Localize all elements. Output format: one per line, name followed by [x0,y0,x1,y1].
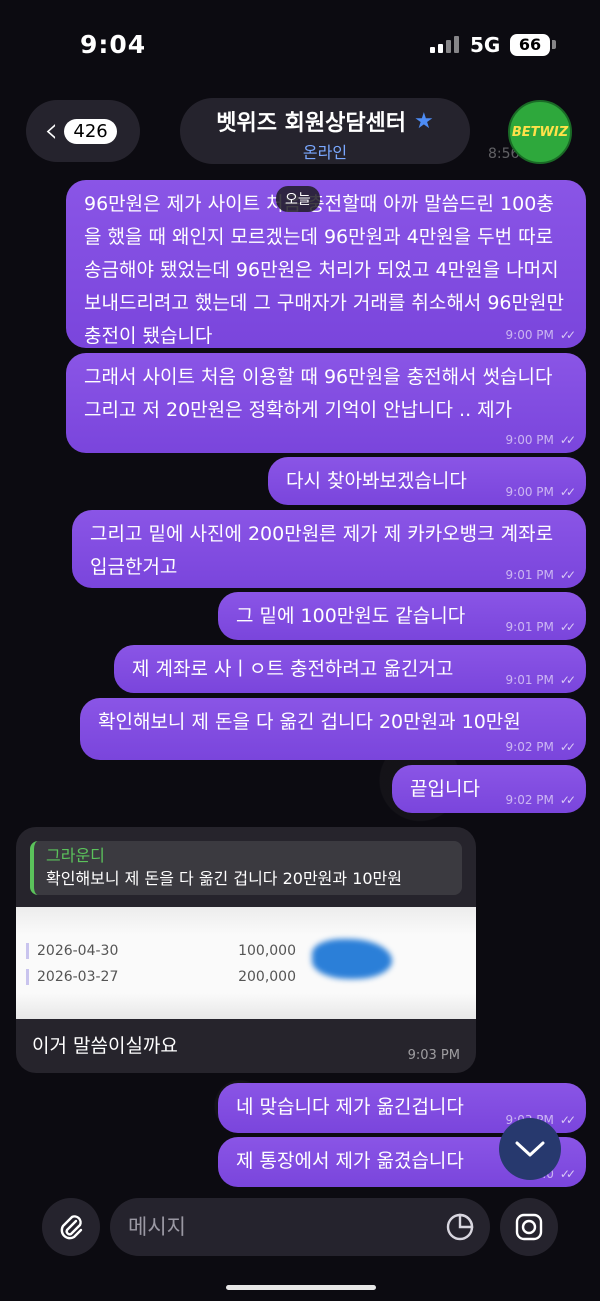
message-time: 9:01 PM [505,620,554,634]
unread-count-badge: 426 [64,118,117,144]
message-time: 9:02 PM [505,740,554,754]
camera-icon [515,1213,543,1241]
message-text: 96만원은 제가 사이트 처음 충전할때 아까 말씀드린 100충을 했을 때 … [84,193,564,347]
double-check-icon: ✓✓ [559,328,576,342]
clock: 9:04 [80,30,147,59]
chevron-left-icon: ‹ [44,110,59,151]
double-check-icon: ✓✓ [559,673,576,687]
message-bubble[interactable]: 확인해보니 제 돈을 다 옮긴 겁니다 20만원과 10만원 9:02 PM ✓✓ [80,698,586,760]
message-meta: 9:02 PM ✓✓ [505,793,577,807]
photo-amount: 100,000 [238,943,296,959]
message-time: 9:01 PM [505,673,554,687]
photo-row: 2026-04-30 100,000 [26,939,466,963]
double-check-icon: ✓✓ [559,433,576,447]
message-meta: 9:00 PM ✓✓ [505,328,577,342]
message-bubble[interactable]: 다시 찾아봐보겠습니다 9:00 PM ✓✓ [268,457,586,505]
date-badge: 오늘 [276,186,320,212]
camera-button[interactable] [500,1198,558,1256]
chevron-down-icon [515,1141,545,1157]
reply-author: 그라운디 [46,846,105,865]
message-bubble[interactable]: 96만원은 제가 사이트 처음 충전할때 아까 말씀드린 100충을 했을 때 … [66,180,586,348]
message-time: 9:03 PM [407,1048,460,1063]
reply-quote[interactable]: 그라운디 확인해보니 제 돈을 다 옮긴 겁니다 20만원과 10만원 [30,841,462,895]
online-status: 온라인 [302,143,348,162]
sticker-icon [446,1213,474,1241]
back-button[interactable]: ‹ 426 [26,100,140,162]
message-meta: 9:01 PM ✓✓ [505,673,577,687]
photo-row: 2026-03-27 200,000 [26,965,466,989]
verified-star-icon: ★ [414,108,434,134]
message-text: 이거 말씀이실까요 [32,1035,178,1057]
double-check-icon: ✓✓ [559,620,576,634]
photo-date: 2026-03-27 [26,969,176,985]
double-check-icon: ✓✓ [559,568,576,582]
redaction-scribble [312,939,392,979]
message-text: 그래서 사이트 처음 이용할 때 96만원을 충전해서 썻습니다 그리고 저 2… [84,366,553,421]
attach-button[interactable] [42,1198,100,1256]
message-text: 제 계좌로 사ㅣㅇ트 충전하려고 옮긴거고 [132,658,454,680]
signal-icon [430,36,459,53]
message-time: 9:00 PM [505,433,554,447]
photo-fade [16,907,476,935]
message-text: 확인해보니 제 돈을 다 옮긴 겁니다 20만원과 10만원 [98,711,521,733]
message-time: 9:00 PM [505,485,554,499]
photo-amount: 200,000 [238,969,296,985]
photo-date: 2026-04-30 [26,943,176,959]
sticker-button[interactable] [443,1210,477,1244]
message-meta: 9:00 PM ✓✓ [505,433,577,447]
photo-fade [16,993,476,1019]
attached-photo[interactable]: 2026-04-30 100,000 2026-03-27 200,000 [16,907,476,1019]
message-bubble[interactable]: 끝입니다 9:02 PM ✓✓ [392,765,586,813]
double-check-icon: ✓✓ [559,1167,576,1181]
battery-tip [552,40,556,49]
reply-text: 확인해보니 제 돈을 다 옮긴 겁니다 20만원과 10만원 [46,869,403,888]
message-bubble[interactable]: 그래서 사이트 처음 이용할 때 96만원을 충전해서 썻습니다 그리고 저 2… [66,353,586,453]
status-bar: 9:04 5G 66 [0,0,600,90]
double-check-icon: ✓✓ [559,485,576,499]
network-label: 5G [470,33,501,57]
paperclip-icon [60,1215,83,1240]
message-bubble[interactable]: 제 계좌로 사ㅣㅇ트 충전하려고 옮긴거고 9:01 PM ✓✓ [114,645,586,693]
message-input[interactable] [110,1198,490,1256]
double-check-icon: ✓✓ [559,793,576,807]
message-meta: 9:01 PM ✓✓ [505,620,577,634]
message-time: 9:01 PM [505,568,554,582]
double-check-icon: ✓✓ [559,1113,576,1127]
chat-header[interactable]: 벳위즈 회원상담센터 ★ 온라인 [180,98,470,164]
message-meta: 9:02 PM ✓✓ [505,740,577,754]
scroll-down-button[interactable] [499,1118,561,1180]
message-time: 9:00 PM [505,328,554,342]
double-check-icon: ✓✓ [559,740,576,754]
battery-icon: 66 [510,34,550,56]
message-meta: 9:00 PM ✓✓ [505,485,577,499]
message-text: 그리고 밑에 사진에 200만원른 제가 제 카카오뱅크 계좌로 입금한거고 [90,523,554,578]
message-bubble[interactable]: 그 밑에 100만원도 같습니다 9:01 PM ✓✓ [218,592,586,640]
chat-title: 벳위즈 회원상담센터 [216,111,407,136]
incoming-message[interactable]: 그라운디 확인해보니 제 돈을 다 옮긴 겁니다 20만원과 10만원 2026… [16,827,476,1073]
message-bubble[interactable]: 그리고 밑에 사진에 200만원른 제가 제 카카오뱅크 계좌로 입금한거고 9… [72,510,586,588]
message-time: 9:02 PM [505,793,554,807]
avatar[interactable]: BETWIZ [508,100,572,164]
message-meta: 9:01 PM ✓✓ [505,568,577,582]
home-indicator [226,1285,376,1290]
